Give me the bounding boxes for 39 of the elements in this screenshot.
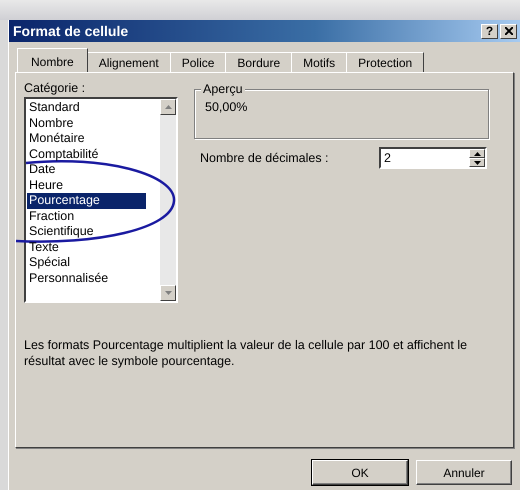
category-item[interactable]: Nombre (27, 116, 146, 131)
tab[interactable]: Motifs (291, 52, 348, 72)
up-arrow-icon (164, 105, 172, 109)
preview-value: 50,00% (205, 100, 248, 114)
down-arrow-icon (164, 291, 172, 295)
category-item[interactable]: Monétaire (27, 131, 146, 146)
help-button[interactable]: ? (481, 24, 498, 38)
category-item[interactable]: Comptabilité (27, 146, 146, 162)
tab[interactable]: Police (170, 52, 226, 72)
description-text: Les formats Pourcentage multiplient la valeur de la cellule par 100 et affichent le résultat avec le symbole pourcentage. (24, 337, 468, 369)
category-label: Catégorie : (24, 81, 86, 95)
preview-label: Aperçu (201, 82, 245, 96)
scroll-up-button[interactable] (160, 99, 176, 115)
category-item[interactable]: Fraction (27, 208, 146, 224)
close-button[interactable] (500, 24, 517, 38)
category-item[interactable]: Spécial (27, 255, 146, 270)
decimals-field[interactable]: 2 (379, 147, 487, 169)
category-item[interactable]: Pourcentage (27, 193, 146, 208)
down-arrow-icon (474, 160, 480, 164)
tab[interactable]: Alignement (86, 52, 171, 72)
category-item[interactable]: Heure (27, 178, 146, 193)
category-item[interactable]: Personnalisée (27, 270, 146, 286)
category-item[interactable]: Date (27, 162, 146, 178)
category-item[interactable]: Standard (27, 100, 146, 116)
tab[interactable]: Bordure (225, 52, 292, 72)
window-title: Format de cellule (13, 23, 130, 39)
spin-down-button[interactable] (469, 158, 485, 167)
ok-button[interactable]: OK (312, 460, 408, 485)
tab[interactable]: Nombre (17, 48, 88, 72)
spin-up-button[interactable] (469, 149, 485, 158)
close-icon (504, 27, 512, 35)
decimals-label: Nombre de décimales : (200, 151, 329, 165)
decimals-value: 2 (383, 150, 392, 167)
cancel-button[interactable]: Annuler (416, 460, 512, 485)
scroll-down-button[interactable] (160, 285, 176, 301)
tab[interactable]: Protection (346, 52, 424, 72)
category-item[interactable]: Scientifique (27, 224, 146, 240)
category-item[interactable]: Texte (27, 240, 146, 255)
up-arrow-icon (474, 152, 480, 156)
